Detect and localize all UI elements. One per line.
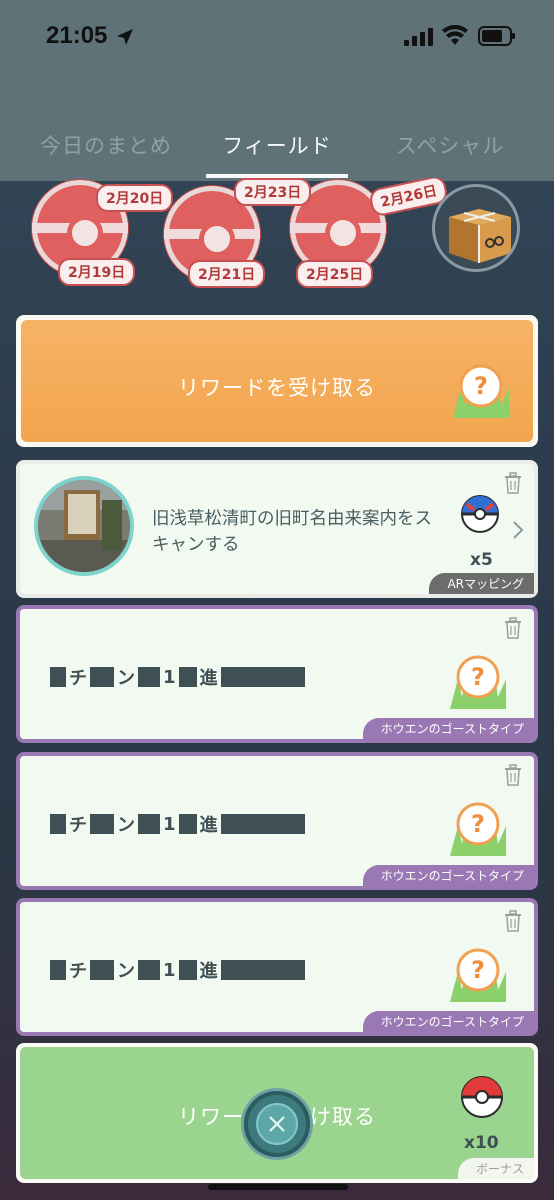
home-indicator [208, 1184, 348, 1190]
redaction-block [138, 960, 160, 980]
trash-icon[interactable] [504, 764, 522, 786]
redaction-block [50, 667, 66, 687]
app-header: 21:05 今日のまとめ フィールド スペシャル [0, 0, 554, 181]
masked-char: 進 [199, 815, 218, 836]
stamp-date: 2月19日 [58, 258, 136, 286]
redaction-block [220, 667, 305, 687]
svg-text:?: ? [471, 663, 485, 691]
claim-reward-button[interactable]: リワードを受け取る ? [21, 320, 533, 442]
tab-bar: 今日のまとめ フィールド スペシャル [0, 120, 554, 180]
masked-char: ン [117, 668, 135, 689]
quest-category-tag: ホウエンのゴーストタイプ [362, 865, 534, 886]
mystery-reward-icon: ? [453, 364, 509, 418]
masked-char: 進 [199, 961, 218, 982]
pokestop-photo [34, 476, 134, 576]
field-research-quest[interactable]: 旧浅草松清町の旧町名由来案内をスキャンする x5 ARマッピング [16, 460, 538, 598]
mystery-reward-icon: ? [450, 802, 506, 856]
close-icon [269, 1116, 285, 1132]
photo-graphic [38, 480, 130, 572]
tab-today-summary[interactable]: 今日のまとめ [36, 130, 176, 160]
quest-description-masked: チ ン 1 進 [50, 957, 305, 983]
tab-special[interactable]: スペシャル [380, 130, 520, 160]
bonus-tag: ボーナス [457, 1158, 534, 1179]
quest-description-masked: チ ン 1 進 [50, 811, 305, 837]
cellular-signal-icon [404, 28, 433, 46]
redaction-block [220, 960, 305, 980]
redaction-block [90, 960, 114, 980]
redaction-block [178, 667, 197, 687]
field-research-quest[interactable]: チ ン 1 進 ? ホウエンのゴーストタイプ [16, 752, 538, 890]
quest-category-tag: ARマッピング [429, 573, 534, 594]
svg-text:?: ? [474, 372, 488, 400]
masked-char: チ [69, 815, 87, 836]
redaction-block [220, 814, 305, 834]
redaction-block [90, 814, 114, 834]
trash-icon[interactable] [504, 910, 522, 932]
chevron-right-icon[interactable] [512, 520, 524, 540]
redaction-block [178, 960, 197, 980]
bonus-reward-count: x10 [464, 1133, 499, 1153]
status-time: 21:05 [46, 22, 108, 49]
quest-category-tag: ホウエンのゴーストタイプ [362, 718, 534, 739]
field-research-quest[interactable]: チ ン 1 進 ? ホウエンのゴーストタイプ [16, 898, 538, 1036]
pokeball-icon [461, 1076, 503, 1118]
reward-count: x5 [470, 550, 493, 570]
trash-icon[interactable] [504, 472, 522, 494]
quest-description: 旧浅草松清町の旧町名由来案内をスキャンする [152, 509, 432, 555]
great-ball-icon [461, 495, 499, 533]
redaction-block [50, 814, 66, 834]
field-research-quest[interactable]: チ ン 1 進 ? ホウエンのゴーストタイプ [16, 605, 538, 743]
stamp-date: 2月21日 [188, 260, 266, 288]
quest-description-masked: チ ン 1 進 [50, 664, 305, 690]
masked-char: ン [117, 815, 135, 836]
masked-char: ン [117, 961, 135, 982]
battery-icon [478, 26, 515, 46]
stamp-collection[interactable]: 2月20日 2月23日 2月26日 2月19日 2月21日 2月25日 [0, 178, 554, 298]
masked-char: チ [69, 668, 87, 689]
mystery-reward-icon: ? [450, 655, 506, 709]
tab-field[interactable]: フィールド [206, 130, 348, 160]
masked-char: チ [69, 961, 87, 982]
masked-char: 進 [199, 668, 218, 689]
box-graphic [449, 209, 511, 263]
svg-text:?: ? [471, 956, 485, 984]
stamp-date: 2月20日 [96, 184, 174, 212]
svg-text:?: ? [471, 810, 485, 838]
close-button-face [256, 1103, 298, 1145]
mystery-reward-icon: ? [450, 948, 506, 1002]
masked-char: 1 [163, 813, 176, 835]
stamp-date: 2月23日 [234, 178, 312, 206]
wifi-icon [442, 25, 468, 45]
status-bar: 21:05 [0, 0, 554, 72]
stamp-date: 2月25日 [296, 260, 374, 288]
quest-category-tag: ホウエンのゴーストタイプ [362, 1011, 534, 1032]
location-arrow-icon [117, 29, 133, 45]
redaction-block [90, 667, 114, 687]
masked-char: 1 [163, 666, 176, 688]
claim-reward-card[interactable]: リワードを受け取る ? [16, 315, 538, 447]
close-button[interactable] [244, 1091, 310, 1157]
redaction-block [138, 814, 160, 834]
redaction-block [178, 814, 197, 834]
mystery-box-icon[interactable] [432, 184, 520, 272]
masked-char: 1 [163, 959, 176, 981]
trash-icon[interactable] [504, 617, 522, 639]
redaction-block [50, 960, 66, 980]
redaction-block [138, 667, 160, 687]
